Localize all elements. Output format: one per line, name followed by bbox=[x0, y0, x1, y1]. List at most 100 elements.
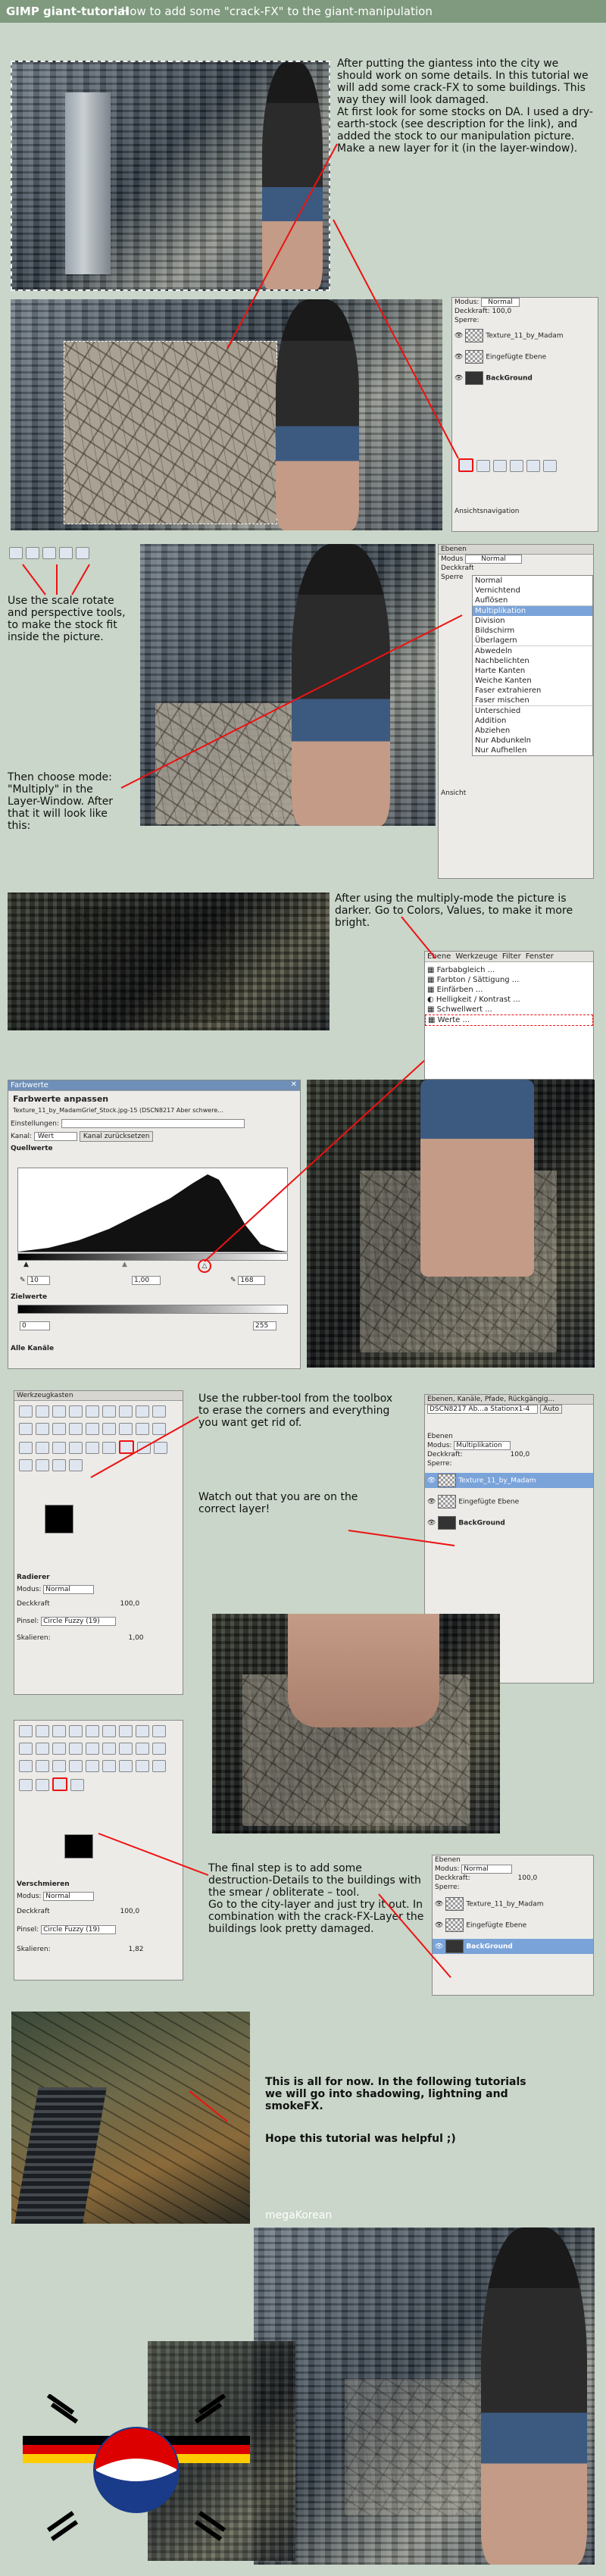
rotate-icon[interactable] bbox=[102, 1423, 116, 1435]
layer-row[interactable]: 👁 Texture_11_by_Madam bbox=[452, 328, 598, 343]
scale-tool-icon[interactable] bbox=[9, 547, 23, 559]
perspective-icon[interactable] bbox=[152, 1743, 166, 1755]
auto-button[interactable]: Auto bbox=[540, 1405, 563, 1414]
high-output-field[interactable]: 255 bbox=[253, 1321, 277, 1330]
reset-channel-button[interactable]: Kanal zurücksetzen bbox=[79, 1131, 154, 1142]
modus-select[interactable]: Normal bbox=[43, 1585, 94, 1594]
airbrush-icon[interactable] bbox=[136, 1760, 149, 1772]
menu-fenster[interactable]: Fenster bbox=[526, 952, 554, 961]
foreground-select-icon[interactable] bbox=[119, 1405, 133, 1418]
scale-icon[interactable] bbox=[119, 1743, 133, 1755]
bucket-icon[interactable] bbox=[52, 1760, 66, 1772]
mode-option[interactable]: Normal bbox=[473, 576, 592, 586]
flip-icon[interactable] bbox=[19, 1442, 33, 1454]
rect-select-icon[interactable] bbox=[19, 1405, 33, 1418]
scale-value[interactable]: 1,82 bbox=[128, 1946, 143, 1953]
eye-icon[interactable]: 👁 bbox=[435, 1901, 443, 1909]
layer-row[interactable]: 👁 BackGround bbox=[425, 1515, 593, 1530]
mode-option[interactable]: Harte Kanten bbox=[473, 666, 592, 676]
zoom-icon[interactable] bbox=[19, 1743, 33, 1755]
smudge-icon[interactable] bbox=[52, 1459, 66, 1471]
shear-icon[interactable] bbox=[136, 1423, 149, 1435]
bucket-icon[interactable] bbox=[52, 1442, 66, 1454]
pencil-icon[interactable] bbox=[86, 1442, 99, 1454]
eye-icon[interactable]: 👁 bbox=[427, 1520, 436, 1527]
layer-row[interactable]: 👁 Eingefügte Ebene bbox=[452, 349, 598, 364]
mode-option[interactable]: Unterschied bbox=[473, 706, 592, 716]
foreground-color-swatch[interactable] bbox=[45, 1505, 73, 1533]
mode-option[interactable]: Auflösen bbox=[473, 596, 592, 606]
rect-select-icon[interactable] bbox=[19, 1725, 33, 1737]
airbrush-icon[interactable] bbox=[137, 1442, 151, 1454]
ink-icon[interactable] bbox=[152, 1760, 166, 1772]
scale-value[interactable]: 1,00 bbox=[128, 1634, 143, 1642]
foreground-select-icon[interactable] bbox=[119, 1725, 133, 1737]
duplicate-layer-button[interactable] bbox=[510, 460, 523, 472]
pipette-icon[interactable]: ✎ bbox=[20, 1277, 26, 1284]
flip-tool-icon[interactable] bbox=[76, 547, 89, 559]
zoom-icon[interactable] bbox=[19, 1423, 33, 1435]
mode-option[interactable]: Nachbelichten bbox=[473, 656, 592, 666]
low-input-field[interactable]: 10 bbox=[27, 1276, 50, 1285]
eye-icon[interactable]: 👁 bbox=[435, 1922, 443, 1930]
brush-icon[interactable] bbox=[102, 1442, 116, 1454]
brush-icon[interactable] bbox=[102, 1760, 116, 1772]
delete-layer-button[interactable] bbox=[543, 460, 557, 472]
rotate-tool-icon[interactable] bbox=[26, 547, 39, 559]
new-layer-button[interactable] bbox=[458, 458, 473, 472]
mode-option[interactable]: Addition bbox=[473, 716, 592, 726]
align-icon[interactable] bbox=[69, 1743, 83, 1755]
low-output-field[interactable]: 0 bbox=[20, 1321, 50, 1330]
channel-select[interactable]: Wert bbox=[33, 1132, 78, 1141]
dodge-icon[interactable] bbox=[70, 1779, 84, 1791]
image-select[interactable]: DSCN8217 Ab...a Stationx1-4 bbox=[427, 1405, 539, 1414]
deckkraft-value[interactable]: 100,0 bbox=[511, 1451, 530, 1458]
paths-icon[interactable] bbox=[136, 1405, 149, 1418]
pipette-white-icon[interactable]: ✎ bbox=[230, 1277, 236, 1284]
mode-option[interactable]: Faser mischen bbox=[473, 696, 592, 706]
mode-option[interactable]: Vernichtend bbox=[473, 586, 592, 596]
mode-option[interactable]: Abwedeln bbox=[473, 646, 592, 656]
raise-layer-button[interactable] bbox=[476, 460, 490, 472]
menu-filter[interactable]: Filter bbox=[502, 952, 521, 961]
clone-icon[interactable] bbox=[19, 1459, 33, 1471]
eraser-icon[interactable] bbox=[119, 1440, 134, 1454]
ellipse-select-icon[interactable] bbox=[36, 1725, 49, 1737]
layer-row[interactable]: 👁 BackGround bbox=[452, 370, 598, 386]
mode-option[interactable]: Nur Abdunkeln bbox=[473, 736, 592, 746]
mode-option[interactable]: Bildschirm bbox=[473, 626, 592, 636]
modus-select[interactable]: Normal bbox=[481, 298, 520, 307]
foreground-color-swatch[interactable] bbox=[64, 1834, 93, 1859]
layer-row-active[interactable]: 👁 Texture_11_by_Madam bbox=[425, 1473, 593, 1488]
lasso-icon[interactable] bbox=[52, 1405, 66, 1418]
heal-icon[interactable] bbox=[36, 1459, 49, 1471]
layer-row-active[interactable]: 👁 BackGround bbox=[433, 1939, 593, 1954]
settings-select[interactable] bbox=[61, 1119, 245, 1128]
menu-item[interactable]: ▦ Farbton / Sättigung ... bbox=[425, 975, 593, 985]
pencil-icon[interactable] bbox=[86, 1760, 99, 1772]
layer-row[interactable]: 👁 Eingefügte Ebene bbox=[433, 1918, 593, 1933]
gamma-handle[interactable]: ▲ bbox=[122, 1261, 127, 1268]
flip-icon[interactable] bbox=[19, 1760, 33, 1772]
crop-icon[interactable] bbox=[86, 1743, 99, 1755]
lasso-icon[interactable] bbox=[52, 1725, 66, 1737]
perspective-tool-icon[interactable] bbox=[59, 547, 73, 559]
text-icon[interactable] bbox=[36, 1760, 49, 1772]
color-picker-icon[interactable] bbox=[152, 1405, 166, 1418]
lower-layer-button[interactable] bbox=[493, 460, 507, 472]
menu-werkzeuge[interactable]: Werkzeuge bbox=[455, 952, 498, 961]
smudge-icon[interactable] bbox=[52, 1777, 67, 1791]
scissors-icon[interactable] bbox=[102, 1725, 116, 1737]
high-input-handle[interactable]: △ bbox=[198, 1259, 211, 1273]
move-icon[interactable] bbox=[52, 1423, 66, 1435]
mode-option[interactable]: Weiche Kanten bbox=[473, 676, 592, 686]
menu-item-levels[interactable]: ▦ Werte ... bbox=[425, 1014, 593, 1026]
eye-icon[interactable]: 👁 bbox=[427, 1477, 436, 1485]
modus-select[interactable]: Multiplikation bbox=[454, 1441, 511, 1450]
modus-select[interactable]: Normal bbox=[461, 1865, 512, 1874]
close-icon[interactable]: ✕ bbox=[291, 1080, 297, 1089]
color-select-icon[interactable] bbox=[86, 1725, 99, 1737]
brush-select[interactable]: Circle Fuzzy (19) bbox=[41, 1617, 116, 1626]
eraser-icon[interactable] bbox=[119, 1760, 133, 1772]
shear-icon[interactable] bbox=[136, 1743, 149, 1755]
